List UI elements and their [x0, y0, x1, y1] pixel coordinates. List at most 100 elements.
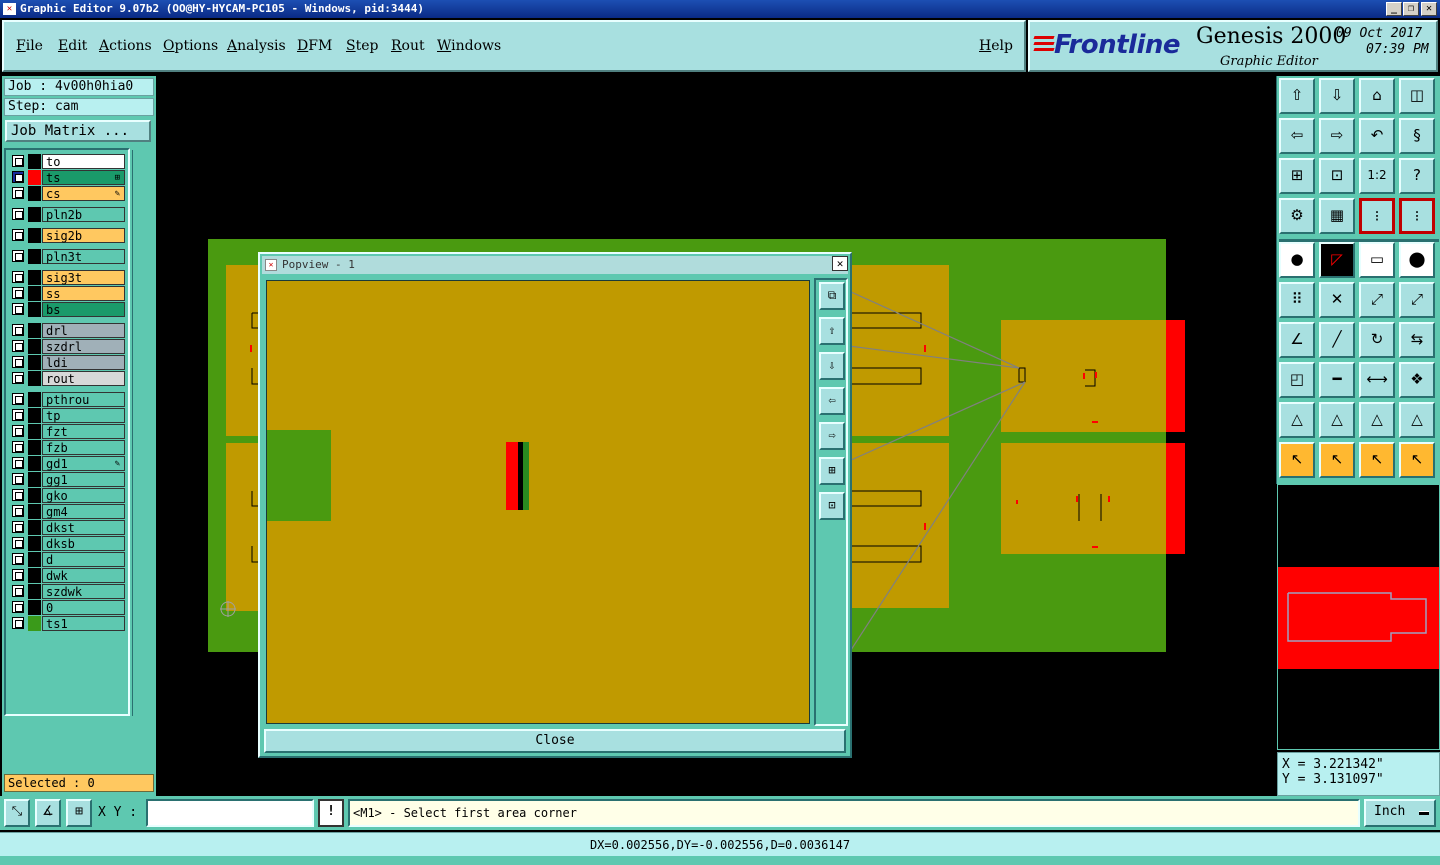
layer-checkbox[interactable] — [12, 393, 24, 405]
pan-up-icon[interactable]: ⇧ — [1279, 78, 1315, 114]
layer-row[interactable]: ts1 — [10, 616, 128, 631]
layer-color-swatch[interactable] — [28, 440, 41, 455]
layer-row[interactable]: pthrou — [10, 392, 128, 407]
arc-icon[interactable]: ↻ — [1359, 322, 1395, 358]
pointer-box-icon[interactable]: ↖ — [1319, 442, 1355, 478]
layer-row[interactable]: gd1 ✎ — [10, 456, 128, 471]
undo-view-icon[interactable]: ↶ — [1359, 118, 1395, 154]
add-pad-icon[interactable]: ● — [1279, 242, 1315, 278]
layer-checkbox[interactable] — [12, 340, 24, 352]
layer-color-swatch[interactable] — [28, 186, 41, 201]
layer-name[interactable]: pln3t — [42, 249, 125, 264]
layer-name[interactable]: drl — [42, 323, 125, 338]
layer-row[interactable]: cs ✎ — [10, 186, 128, 201]
popview-zoom-window-icon[interactable]: ⧉ — [819, 282, 845, 310]
line-segment-icon[interactable]: ━ — [1319, 362, 1355, 398]
layer-color-swatch[interactable] — [28, 488, 41, 503]
pointer-icon[interactable]: ↖ — [1279, 442, 1315, 478]
menu-analysis[interactable]: Analysis — [227, 38, 286, 54]
layer-checkbox[interactable] — [12, 287, 24, 299]
layer-row[interactable]: gm4 — [10, 504, 128, 519]
layer-checkbox[interactable] — [12, 303, 24, 315]
split-view-icon[interactable]: ◫ — [1399, 78, 1435, 114]
layer-color-swatch[interactable] — [28, 323, 41, 338]
menu-file[interactable]: File — [16, 38, 43, 54]
diagonal-line-icon[interactable]: ╱ — [1319, 322, 1355, 358]
settings-tools-icon[interactable]: ⚙ — [1279, 198, 1315, 234]
snap-grid-icon[interactable]: ⊞ — [66, 799, 92, 827]
menu-options[interactable]: Options — [163, 38, 218, 54]
layer-row[interactable]: ss — [10, 286, 128, 301]
layer-color-swatch[interactable] — [28, 170, 41, 185]
zoom-out-icon[interactable]: ⊡ — [1319, 158, 1355, 194]
cross-nodes-icon[interactable]: ✕ — [1319, 282, 1355, 318]
layer-color-swatch[interactable] — [28, 154, 41, 169]
layer-color-swatch[interactable] — [28, 456, 41, 471]
layer-name[interactable]: 0 — [42, 600, 125, 615]
layer-row[interactable]: drl — [10, 323, 128, 338]
zoom-ratio-icon[interactable]: 1:2 — [1359, 158, 1395, 194]
layer-checkbox[interactable] — [12, 441, 24, 453]
layer-checkbox[interactable] — [12, 521, 24, 533]
snap-diagonal-icon[interactable]: ⤡ — [4, 799, 30, 827]
layer-row[interactable]: dkst — [10, 520, 128, 535]
layer-row[interactable]: to — [10, 154, 128, 169]
layer-name[interactable]: d — [42, 552, 125, 567]
layer-checkbox[interactable] — [12, 457, 24, 469]
group-icon[interactable]: ❖ — [1399, 362, 1435, 398]
layer-checkbox[interactable] — [12, 569, 24, 581]
layer-checkbox[interactable] — [12, 489, 24, 501]
layer-row[interactable]: pln2b — [10, 207, 128, 222]
layer-name[interactable]: sig2b — [42, 228, 125, 243]
layer-name[interactable]: to — [42, 154, 125, 169]
close-window-button[interactable]: ✕ — [1421, 2, 1437, 16]
snap-connect-icon[interactable]: ⁝ — [1359, 198, 1395, 234]
layer-row[interactable]: ldi — [10, 355, 128, 370]
layer-checkbox[interactable] — [12, 537, 24, 549]
layer-list-scrollbar[interactable] — [132, 150, 154, 716]
snap-route-icon[interactable]: ⁝ — [1399, 198, 1435, 234]
layer-row[interactable]: d — [10, 552, 128, 567]
layer-row[interactable]: szdwk — [10, 584, 128, 599]
layer-color-swatch[interactable] — [28, 568, 41, 583]
layer-checkbox[interactable] — [12, 473, 24, 485]
layer-name[interactable]: ts ⊞ — [42, 170, 125, 185]
mirror-icon[interactable]: ⇆ — [1399, 322, 1435, 358]
layer-color-swatch[interactable] — [28, 520, 41, 535]
layer-color-swatch[interactable] — [28, 472, 41, 487]
layer-name[interactable]: dwk — [42, 568, 125, 583]
popview-close-icon[interactable]: ✕ — [832, 256, 848, 271]
menu-actions[interactable]: Actions — [99, 38, 152, 54]
popview-canvas[interactable] — [266, 280, 810, 724]
layer-checkbox[interactable] — [12, 553, 24, 565]
layer-checkbox[interactable] — [12, 229, 24, 241]
layer-name[interactable]: pln2b — [42, 207, 125, 222]
layer-checkbox[interactable] — [12, 372, 24, 384]
layer-name[interactable]: bs — [42, 302, 125, 317]
menu-step[interactable]: Step — [346, 38, 378, 54]
measure-ruler-icon[interactable]: ▭ — [1359, 242, 1395, 278]
layer-checkbox[interactable] — [12, 208, 24, 220]
pan-down-icon[interactable]: ⇩ — [1319, 78, 1355, 114]
layer-row[interactable]: ts ⊞ — [10, 170, 128, 185]
popview-pan-down-icon[interactable]: ⇩ — [819, 352, 845, 380]
layer-name[interactable]: gd1 ✎ — [42, 456, 125, 471]
layer-name[interactable]: ldi — [42, 355, 125, 370]
layer-name[interactable]: dkst — [42, 520, 125, 535]
home-icon[interactable]: ⌂ — [1359, 78, 1395, 114]
redraw-icon[interactable]: § — [1399, 118, 1435, 154]
layer-checkbox[interactable] — [12, 409, 24, 421]
layer-color-swatch[interactable] — [28, 424, 41, 439]
grid-icon[interactable]: ▦ — [1319, 198, 1355, 234]
layer-row[interactable]: dksb — [10, 536, 128, 551]
minimize-button[interactable]: _ — [1386, 2, 1402, 16]
help-query-icon[interactable]: ? — [1399, 158, 1435, 194]
layer-name[interactable]: rout — [42, 371, 125, 386]
zoom-fit-icon[interactable]: ⊞ — [1279, 158, 1315, 194]
layer-name[interactable]: pthrou — [42, 392, 125, 407]
layer-row[interactable]: sig3t — [10, 270, 128, 285]
triangle-point-icon[interactable]: △ — [1279, 402, 1315, 438]
layer-row[interactable]: rout — [10, 371, 128, 386]
job-matrix-button[interactable]: Job Matrix ... — [5, 120, 151, 142]
layer-row[interactable]: gko — [10, 488, 128, 503]
